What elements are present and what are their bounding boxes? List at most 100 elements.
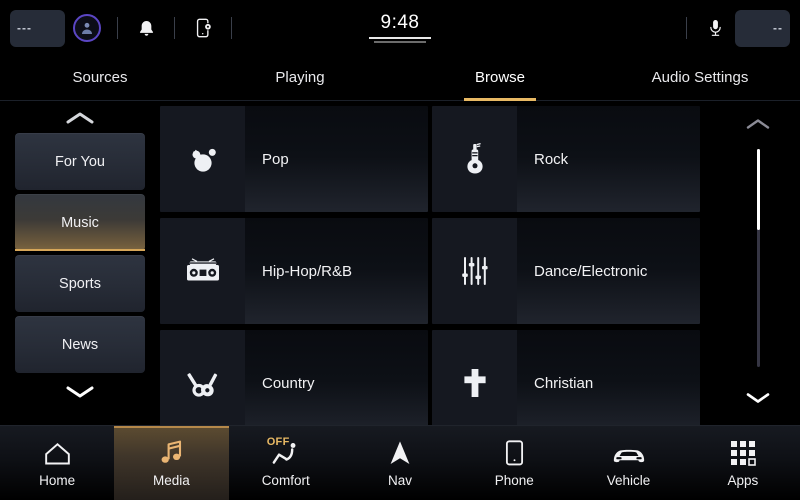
car-icon [611,439,647,466]
media-tab-bar: Sources Playing Browse Audio Settings [0,56,800,101]
electric-guitar-icon [466,143,483,174]
genre-label: Rock [517,106,700,212]
balloons-icon [192,148,216,172]
sidebar-item-music[interactable]: Music [15,194,145,251]
bottom-navigation-bar: Home Media OFF Comfort Nav Phone Vehicle… [0,425,800,500]
genre-tile-dance-electronic[interactable]: Dance/Electronic [432,218,700,324]
infotainment-screen: --- 9:48 -- Sources Playing Browse Audio… [0,0,800,500]
banjo-guitar-icon [186,373,217,397]
genre-tile-pop[interactable]: Pop [160,106,428,212]
voice-assistant-button[interactable] [695,6,735,50]
genre-icon-container [432,330,517,425]
tab-sources[interactable]: Sources [0,56,200,100]
list-item[interactable]: Dance/Electronic [432,215,704,327]
list-item[interactable]: Pop [160,103,432,215]
genre-icon-container [160,218,245,324]
genre-label: Country [245,330,428,425]
person-icon [82,22,92,34]
sidebar-scroll-down-button[interactable] [0,377,160,407]
scrollbar-thumb[interactable] [756,149,760,230]
nav-item-apps[interactable]: Apps [686,426,800,500]
tab-audio-settings-label: Audio Settings [651,68,749,86]
nav-item-home-label: Home [39,472,76,488]
cross-icon [463,369,486,397]
nav-item-vehicle[interactable]: Vehicle [571,426,685,500]
nav-item-media[interactable]: Media [114,426,229,500]
boombox-icon [186,258,219,281]
genre-icon-container [160,330,245,425]
sidebar-item-sports[interactable]: Sports [15,255,145,312]
sidebar-item-for-you-label: For You [55,153,105,170]
list-item[interactable]: Rock [432,103,704,215]
sidebar-item-sports-label: Sports [59,275,101,292]
music-note-icon [158,439,184,466]
nav-item-phone-label: Phone [494,472,534,488]
category-sidebar: For You Music Sports News [0,101,160,425]
list-item[interactable]: Christian [432,327,704,425]
list-item[interactable]: Hip-Hop/R&B [160,215,432,327]
genre-tile-hiphop-rnb[interactable]: Hip-Hop/R&B [160,218,428,324]
chevron-up-icon [746,119,770,129]
genre-label: Pop [245,106,428,212]
driver-profile-button[interactable] [65,6,109,50]
home-icon [44,439,71,466]
bell-icon [139,20,153,36]
chevron-down-icon [66,386,94,398]
genre-label: Dance/Electronic [517,218,700,324]
tab-playing-label: Playing [275,68,325,86]
genre-tile-rock[interactable]: Rock [432,106,700,212]
comfort-off-badge: OFF [266,435,290,448]
sidebar-item-for-you[interactable]: For You [15,133,145,190]
genre-tile-christian[interactable]: Christian [432,330,700,425]
genre-label: Christian [517,330,700,425]
nav-item-phone[interactable]: Phone [457,426,571,500]
status-divider-2 [174,17,175,39]
right-info-plate[interactable]: -- [735,9,790,47]
chevron-up-icon [66,112,94,124]
nav-item-home[interactable]: Home [0,426,114,500]
clock-underline [369,37,431,39]
status-bar-left-group: --- [0,0,240,56]
tab-audio-settings[interactable]: Audio Settings [600,56,800,100]
nav-item-media-label: Media [153,472,190,488]
genre-tile-country[interactable]: Country [160,330,428,425]
sidebar-scroll-up-button[interactable] [0,103,160,133]
status-divider-1 [117,17,118,39]
genre-icon-container [432,218,517,324]
scroll-up-button[interactable] [728,107,788,141]
sidebar-item-news[interactable]: News [15,316,145,373]
genre-grid: Pop Rock Hip-Hop/R&B Dance/Electronic Co… [160,103,716,425]
genre-icon-container [432,106,517,212]
seat-icon: OFF [267,436,301,466]
scroll-down-button[interactable] [728,381,788,415]
status-divider-4 [686,17,687,39]
tab-playing[interactable]: Playing [200,56,400,100]
left-info-plate[interactable]: --- [10,9,65,47]
microphone-icon [709,19,721,36]
clock-underline-secondary [374,41,426,43]
nav-item-nav[interactable]: Nav [343,426,457,500]
nav-item-apps-label: Apps [727,472,759,488]
navigation-arrow-icon [388,439,412,466]
phone-settings-button[interactable] [183,6,223,50]
notifications-button[interactable] [126,6,166,50]
apps-grid-icon [730,439,756,466]
left-info-plate-text: --- [17,21,32,35]
nav-item-comfort[interactable]: OFF Comfort [229,426,343,500]
list-item[interactable]: Country [160,327,432,425]
chevron-down-icon [746,393,770,403]
sidebar-item-news-label: News [61,336,99,353]
browse-main-area: For You Music Sports News Pop Rock Hip-H… [0,101,800,425]
nav-item-comfort-label: Comfort [261,472,310,488]
tab-browse[interactable]: Browse [400,56,600,100]
status-divider-3 [231,17,232,39]
scrollbar-track[interactable] [756,149,760,367]
avatar [73,14,101,42]
tab-sources-label: Sources [72,68,128,86]
genre-list[interactable]: Pop Rock Hip-Hop/R&B Dance/Electronic Co… [160,101,716,425]
status-bar: --- 9:48 -- [0,0,800,56]
nav-item-nav-label: Nav [387,472,412,488]
tab-browse-label: Browse [474,68,526,86]
list-scrollbar[interactable] [716,101,800,425]
nav-item-vehicle-label: Vehicle [606,472,651,488]
